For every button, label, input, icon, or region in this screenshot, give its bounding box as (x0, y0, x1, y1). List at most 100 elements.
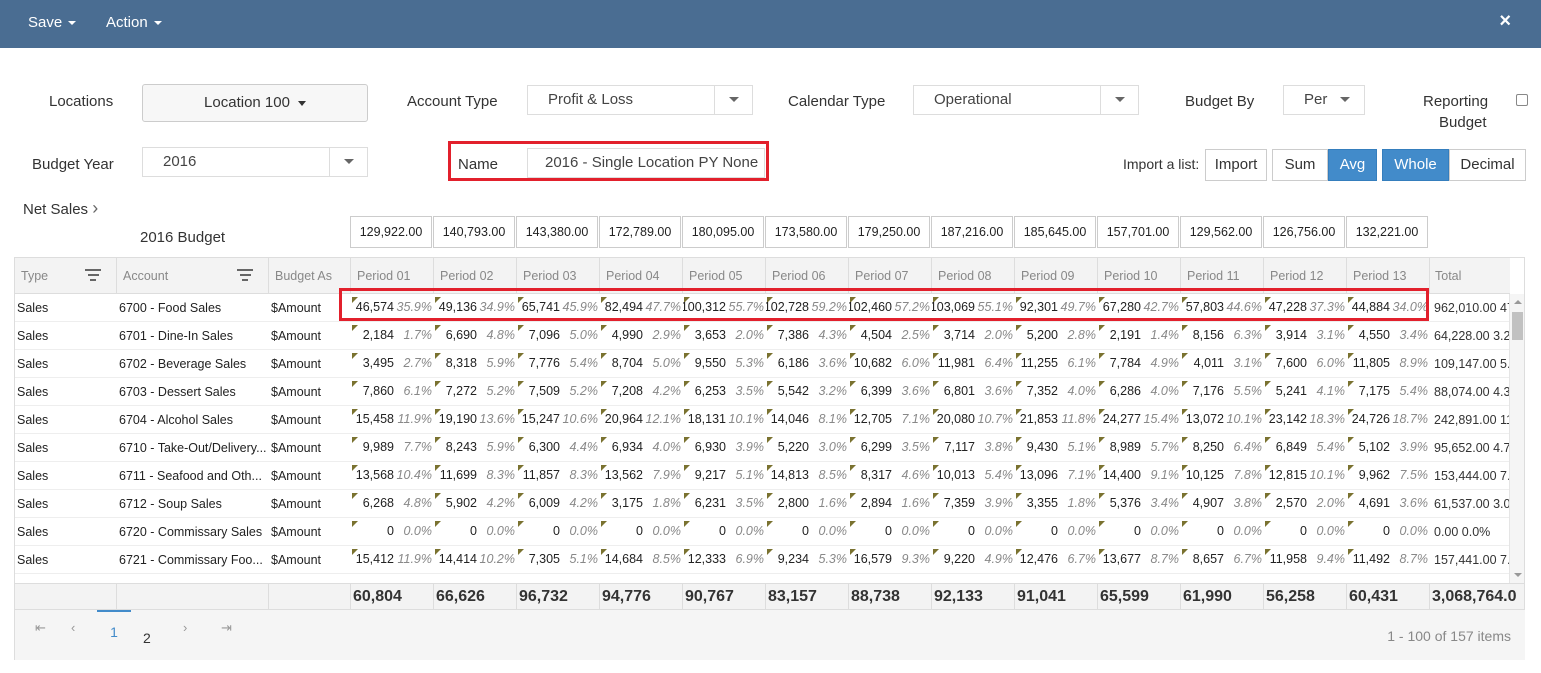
budget-cell[interactable]: 126,756.00 (1263, 216, 1345, 248)
scroll-down-icon[interactable] (1514, 573, 1522, 577)
page-2[interactable]: 2 (143, 630, 151, 646)
period-cell[interactable]: 11,255 6.1% (1015, 350, 1098, 378)
period-cell[interactable]: 3,175 1.8% (600, 490, 683, 518)
prev-page-icon[interactable]: ‹ (71, 620, 75, 635)
period-cell[interactable]: 14,684 8.5% (600, 546, 683, 574)
period-cell[interactable]: 7,176 5.5% (1181, 378, 1264, 406)
period-cell[interactable]: 7,776 5.4% (517, 350, 600, 378)
period-cell[interactable]: 7,272 5.2% (434, 378, 517, 406)
period-cell[interactable]: 3,355 1.8% (1015, 490, 1098, 518)
table-row[interactable]: Sales 6710 - Take-Out/Delivery... $Amount 9… (15, 434, 1510, 462)
period-cell[interactable]: 23,142 18.3% (1264, 406, 1347, 434)
budget-cell[interactable]: 157,701.00 (1097, 216, 1179, 248)
sum-button[interactable]: Sum (1272, 149, 1328, 181)
budget-by-select[interactable]: Per (1283, 85, 1365, 115)
budget-cell[interactable]: 173,580.00 (765, 216, 847, 248)
period-cell[interactable]: 0 0.0% (849, 518, 932, 546)
period-cell[interactable]: 0 0.0% (766, 518, 849, 546)
budget-cell[interactable]: 140,793.00 (433, 216, 515, 248)
scrollbar-thumb[interactable] (1512, 312, 1523, 340)
period-cell[interactable]: 2,184 1.7% (351, 322, 434, 350)
period-cell[interactable]: 12,705 7.1% (849, 406, 932, 434)
period-cell[interactable]: 2,570 2.0% (1264, 490, 1347, 518)
period-cell[interactable]: 6,186 3.6% (766, 350, 849, 378)
avg-button[interactable]: Avg (1328, 149, 1377, 181)
period-cell[interactable]: 5,241 4.1% (1264, 378, 1347, 406)
table-row[interactable]: Sales 6702 - Beverage Sales $Amount 3,495 2.… (15, 350, 1510, 378)
first-page-icon[interactable]: ⇤ (35, 620, 46, 636)
period-cell[interactable]: 8,156 6.3% (1181, 322, 1264, 350)
period-cell[interactable]: 9,430 5.1% (1015, 434, 1098, 462)
period-cell[interactable]: 6,849 5.4% (1264, 434, 1347, 462)
period-cell[interactable]: 8,250 6.4% (1181, 434, 1264, 462)
period-cell[interactable]: 6,801 3.6% (932, 378, 1015, 406)
period-cell[interactable]: 5,200 2.8% (1015, 322, 1098, 350)
budget-cell[interactable]: 129,562.00 (1180, 216, 1262, 248)
table-row[interactable]: Sales 6711 - Seafood and Oth... $Amount 13,… (15, 462, 1510, 490)
period-cell[interactable]: 5,902 4.2% (434, 490, 517, 518)
period-cell[interactable]: 0 0.0% (1098, 518, 1181, 546)
period-cell[interactable]: 6,231 3.5% (683, 490, 766, 518)
period-cell[interactable]: 14,414 10.2% (434, 546, 517, 574)
period-cell[interactable]: 24,726 18.7% (1347, 406, 1430, 434)
period-cell[interactable]: 12,476 6.7% (1015, 546, 1098, 574)
whole-button[interactable]: Whole (1382, 149, 1449, 181)
period-cell[interactable]: 11,699 8.3% (434, 462, 517, 490)
period-cell[interactable]: 14,813 8.5% (766, 462, 849, 490)
period-cell[interactable]: 0 0.0% (1015, 518, 1098, 546)
period-cell[interactable]: 8,704 5.0% (600, 350, 683, 378)
period-cell[interactable]: 6,009 4.2% (517, 490, 600, 518)
period-cell[interactable]: 8,317 4.6% (849, 462, 932, 490)
period-cell[interactable]: 7,600 6.0% (1264, 350, 1347, 378)
period-cell[interactable]: 7,117 3.8% (932, 434, 1015, 462)
period-cell[interactable]: 9,550 5.3% (683, 350, 766, 378)
period-cell[interactable]: 6,399 3.6% (849, 378, 932, 406)
budget-cell[interactable]: 187,216.00 (931, 216, 1013, 248)
period-cell[interactable]: 0 0.0% (1181, 518, 1264, 546)
period-cell[interactable]: 7,305 5.1% (517, 546, 600, 574)
period-cell[interactable]: 19,190 13.6% (434, 406, 517, 434)
period-cell[interactable]: 8,657 6.7% (1181, 546, 1264, 574)
period-cell[interactable]: 13,096 7.1% (1015, 462, 1098, 490)
period-cell[interactable]: 24,277 15.4% (1098, 406, 1181, 434)
reporting-budget-checkbox[interactable] (1516, 94, 1528, 106)
period-cell[interactable]: 11,805 8.9% (1347, 350, 1430, 378)
period-cell[interactable]: 3,495 2.7% (351, 350, 434, 378)
filter-icon[interactable] (85, 269, 101, 281)
period-cell[interactable]: 0 0.0% (1264, 518, 1347, 546)
period-cell[interactable]: 8,243 5.9% (434, 434, 517, 462)
period-cell[interactable]: 11,492 8.7% (1347, 546, 1430, 574)
period-cell[interactable]: 5,542 3.2% (766, 378, 849, 406)
period-cell[interactable]: 20,964 12.1% (600, 406, 683, 434)
period-cell[interactable]: 16,579 9.3% (849, 546, 932, 574)
period-cell[interactable]: 11,981 6.4% (932, 350, 1015, 378)
period-cell[interactable]: 7,386 4.3% (766, 322, 849, 350)
period-cell[interactable]: 7,096 5.0% (517, 322, 600, 350)
period-cell[interactable]: 7,784 4.9% (1098, 350, 1181, 378)
table-row[interactable]: Sales 6712 - Soup Sales $Amount 6,268 4.8% 5,… (15, 490, 1510, 518)
page-1[interactable]: 1 (97, 610, 131, 640)
period-cell[interactable]: 7,352 4.0% (1015, 378, 1098, 406)
period-cell[interactable]: 4,504 2.5% (849, 322, 932, 350)
period-cell[interactable]: 7,175 5.4% (1347, 378, 1430, 406)
period-cell[interactable]: 9,220 4.9% (932, 546, 1015, 574)
last-page-icon[interactable]: ⇥ (221, 620, 232, 636)
period-cell[interactable]: 12,333 6.9% (683, 546, 766, 574)
period-cell[interactable]: 8,989 5.7% (1098, 434, 1181, 462)
period-cell[interactable]: 18,131 10.1% (683, 406, 766, 434)
period-cell[interactable]: 8,318 5.9% (434, 350, 517, 378)
period-cell[interactable]: 2,894 1.6% (849, 490, 932, 518)
period-cell[interactable]: 14,400 9.1% (1098, 462, 1181, 490)
period-cell[interactable]: 13,072 10.1% (1181, 406, 1264, 434)
calendar-type-select[interactable]: Operational (913, 85, 1139, 115)
period-cell[interactable]: 15,458 11.9% (351, 406, 434, 434)
period-cell[interactable]: 3,714 2.0% (932, 322, 1015, 350)
period-cell[interactable]: 21,853 11.8% (1015, 406, 1098, 434)
table-row[interactable]: Sales 6721 - Commissary Foo... $Amount 15,4… (15, 546, 1510, 574)
period-cell[interactable]: 0 0.0% (1347, 518, 1430, 546)
period-cell[interactable]: 5,376 3.4% (1098, 490, 1181, 518)
save-menu[interactable]: Save (28, 14, 77, 31)
period-cell[interactable]: 6,286 4.0% (1098, 378, 1181, 406)
budget-cell[interactable]: 185,645.00 (1014, 216, 1096, 248)
period-cell[interactable]: 7,208 4.2% (600, 378, 683, 406)
